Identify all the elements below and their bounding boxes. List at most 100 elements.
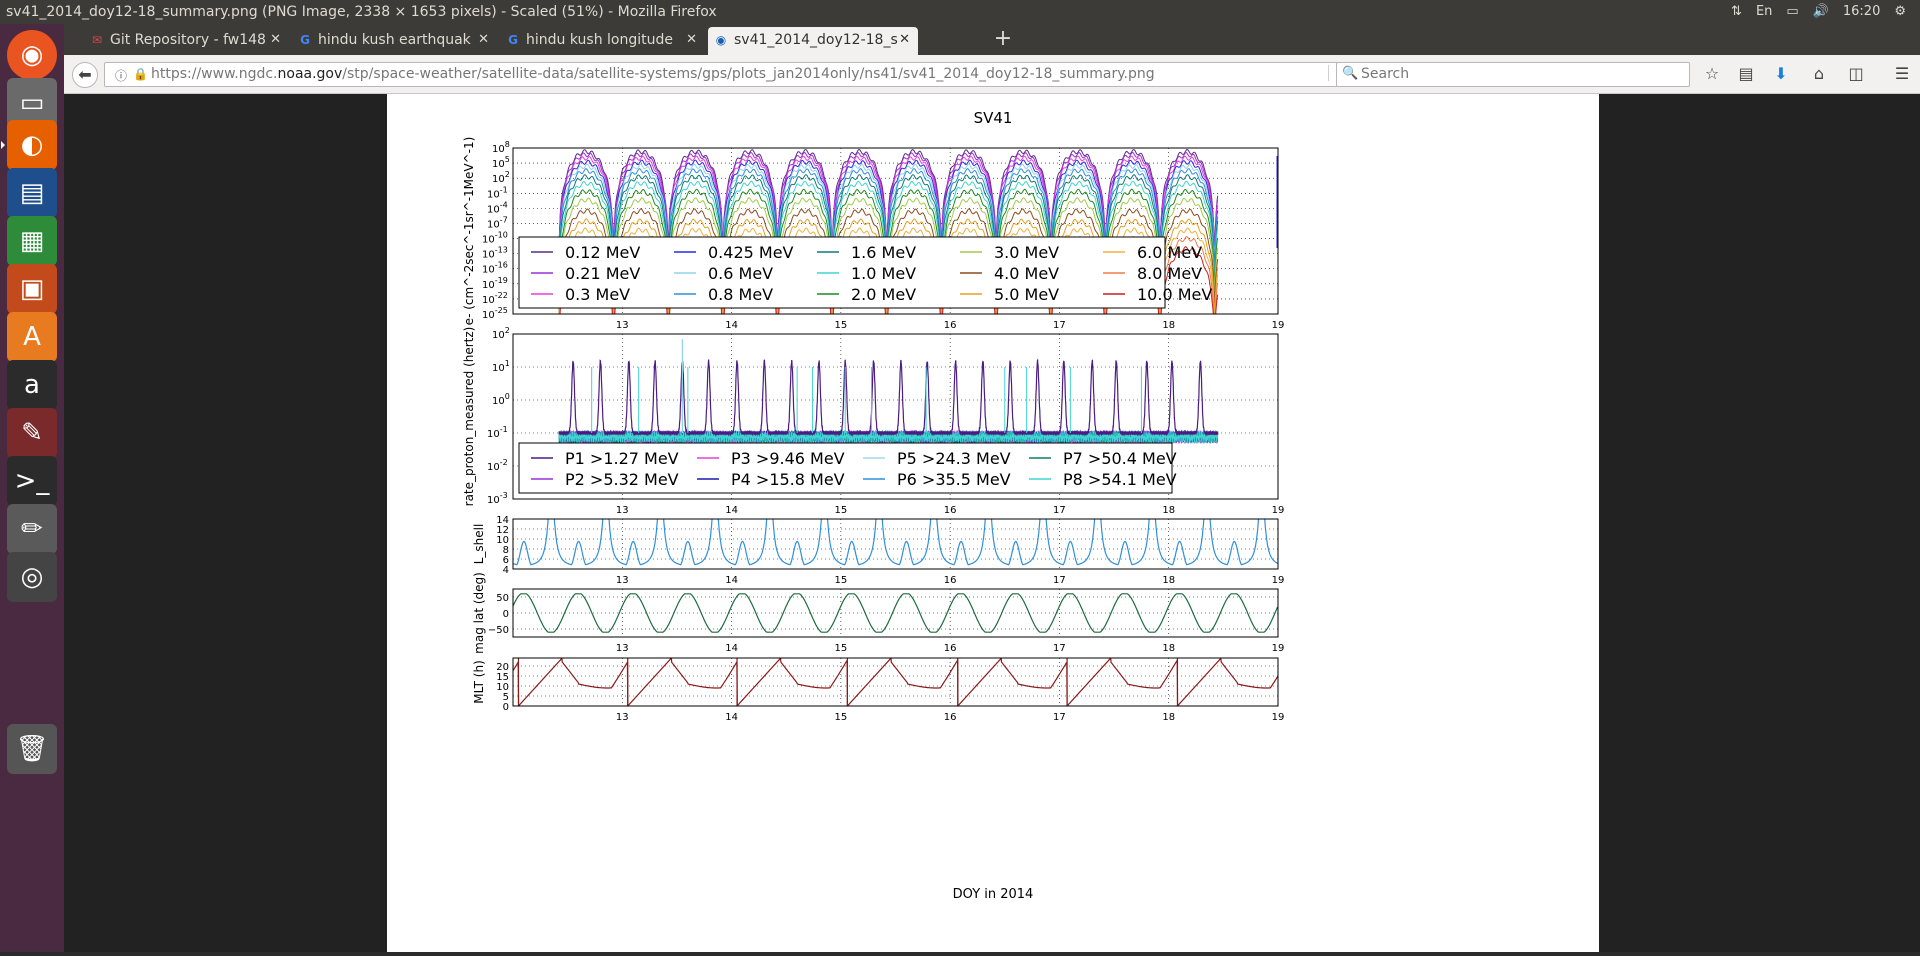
series-line	[513, 519, 1278, 566]
x-tick-label: 16	[944, 320, 957, 331]
close-tab-icon[interactable]: ✕	[478, 27, 489, 53]
legend-label: 0.21 MeV	[565, 264, 640, 283]
y-tick-label: 100	[492, 392, 510, 407]
legend-label: P6 >35.5 MeV	[897, 470, 1011, 489]
network-icon[interactable]: ⇅	[1731, 0, 1742, 24]
y-tick-label: 105	[492, 155, 510, 170]
x-tick-label: 18	[1162, 575, 1175, 586]
x-tick-label: 15	[834, 575, 847, 586]
software-center-icon[interactable]: A	[7, 312, 57, 362]
terminal-icon[interactable]: >_	[7, 456, 57, 506]
y-tick-label: −50	[488, 625, 509, 636]
series-line-p1	[558, 358, 1219, 437]
y-tick-label: 10-4	[487, 200, 508, 215]
firefox-icon[interactable]: ◐	[7, 120, 57, 170]
tab-hindu-kush-longitude[interactable]: G hindu kush longitude ✕	[500, 27, 705, 55]
back-button[interactable]: ⬅	[72, 62, 98, 88]
tab-label: hindu kush longitude	[526, 32, 673, 48]
download-icon[interactable]: ⬇	[1769, 64, 1793, 86]
dvd-icon[interactable]: ◎	[7, 552, 57, 602]
plot-area	[513, 519, 1278, 566]
url-text[interactable]: https://www.ngdc.noaa.gov/stp/space-weat…	[151, 63, 1155, 86]
x-tick-label: 18	[1162, 505, 1175, 516]
legend-label: 1.0 MeV	[851, 264, 916, 283]
writer-icon[interactable]: ▤	[7, 168, 57, 218]
legend-label: 0.12 MeV	[565, 243, 640, 262]
power-icon[interactable]: ⚙	[1894, 0, 1906, 24]
url-domain: noaa.gov	[277, 66, 343, 82]
home-icon[interactable]: ⌂	[1807, 64, 1831, 86]
settings-icon[interactable]: ✎	[7, 408, 57, 458]
url-bar[interactable]: ⓘ 🔒 https://www.ngdc.noaa.gov/stp/space-…	[104, 62, 1356, 87]
close-tab-icon[interactable]: ✕	[899, 27, 910, 53]
noaa-icon: ◉	[715, 33, 727, 47]
pocket-icon[interactable]: ◫	[1844, 64, 1868, 86]
y-tick-label: 50	[496, 593, 509, 604]
tab-hindu-kush-earthquake[interactable]: G hindu kush earthquak ✕	[292, 27, 497, 55]
reading-list-icon[interactable]: ▤	[1734, 64, 1758, 86]
x-tick-label: 17	[1053, 643, 1066, 654]
system-tray: ⇅ En ▭ 🔊 16:20 ⚙	[1731, 0, 1920, 24]
y-tick-label: 10-1	[487, 425, 508, 440]
summary-plot-image[interactable]: SV41 DOY in 2014 108 105 102 10-1 10-4 10-7 10…	[387, 94, 1599, 952]
navigation-toolbar: ⬅ ⓘ 🔒 https://www.ngdc.noaa.gov/stp/spac…	[64, 55, 1920, 94]
volume-icon[interactable]: 🔊	[1813, 0, 1829, 24]
keyboard-layout-indicator[interactable]: En	[1756, 0, 1772, 24]
panel-5	[512, 657, 1279, 707]
y-tick-label: 10-2	[487, 458, 508, 473]
x-tick-label: 16	[944, 712, 957, 723]
legend-label: P5 >24.3 MeV	[897, 449, 1011, 468]
tab-git-repository[interactable]: ✉ Git Repository - fw148 ✕	[84, 27, 289, 55]
x-tick-label: 16	[944, 575, 957, 586]
bookmark-star-icon[interactable]: ☆	[1700, 64, 1724, 86]
window-titlebar: sv41_2014_doy12-18_summary.png (PNG Imag…	[0, 0, 1920, 24]
amazon-icon[interactable]: a	[7, 360, 57, 410]
legend-label: 2.0 MeV	[851, 285, 916, 304]
legend-label: 0.425 MeV	[708, 243, 794, 262]
y-tick-label: 10-3	[487, 491, 508, 506]
tab-label: hindu kush earthquak	[318, 32, 471, 48]
x-tick-label: 15	[834, 712, 847, 723]
legend-label: 8.0 MeV	[1137, 264, 1202, 283]
new-tab-button[interactable]: +	[990, 24, 1016, 55]
y-axis-label: mag lat (deg)	[472, 572, 486, 654]
search-icon: 🔍	[1342, 66, 1359, 81]
x-tick-label: 14	[725, 712, 738, 723]
x-tick-label: 19	[1272, 643, 1285, 654]
y-tick-label: 0	[503, 702, 509, 713]
calc-icon[interactable]: ▦	[7, 216, 57, 266]
x-tick-label: 18	[1162, 712, 1175, 723]
y-tick-label: 10-1	[487, 185, 508, 200]
legend-label: P1 >1.27 MeV	[565, 449, 679, 468]
image-viewer: SV41 DOY in 2014 108 105 102 10-1 10-4 10-7 10…	[64, 94, 1920, 952]
close-tab-icon[interactable]: ✕	[270, 27, 281, 53]
y-tick-label: 0	[503, 609, 509, 620]
url-path: /stp/space-weather/satellite-data/satell…	[342, 66, 1155, 82]
legend-label: P2 >5.32 MeV	[565, 470, 679, 489]
x-tick-label: 17	[1053, 575, 1066, 586]
y-tick-label: 10-10	[482, 231, 508, 246]
legend-label: 0.8 MeV	[708, 285, 773, 304]
google-icon: G	[300, 33, 310, 47]
search-box[interactable]: 🔍 Search	[1336, 62, 1690, 87]
close-tab-icon[interactable]: ✕	[686, 27, 697, 53]
unity-launcher: ◉ ▭ ◐ ▤ ▦ ▣ Aa ✎ >_ ✏ ◎ 🗑	[0, 24, 64, 952]
x-tick-label: 17	[1053, 320, 1066, 331]
x-tick-label: 16	[944, 505, 957, 516]
clock[interactable]: 16:20	[1843, 0, 1880, 24]
plot-area	[513, 593, 1278, 633]
x-tick-label: 16	[944, 643, 957, 654]
impress-icon[interactable]: ▣	[7, 264, 57, 314]
tab-sv41-summary[interactable]: ◉ sv41_2014_doy12-18_s ✕	[708, 27, 918, 55]
tab-label: Git Repository - fw148	[110, 32, 266, 48]
text-editor-icon[interactable]: ✏	[7, 504, 57, 554]
lock-icon[interactable]: 🔒	[133, 67, 148, 81]
battery-icon[interactable]: ▭	[1786, 0, 1798, 24]
menu-icon[interactable]: ☰	[1890, 64, 1914, 86]
info-icon[interactable]: ⓘ	[115, 67, 127, 84]
summary-plot-svg: SV41 DOY in 2014 10810510210-110-410-710…	[462, 109, 1285, 902]
trash-icon[interactable]: 🗑	[7, 724, 57, 774]
x-tick-label: 14	[725, 643, 738, 654]
legend-label: 5.0 MeV	[994, 285, 1059, 304]
ubuntu-icon[interactable]: ◉	[7, 30, 57, 80]
